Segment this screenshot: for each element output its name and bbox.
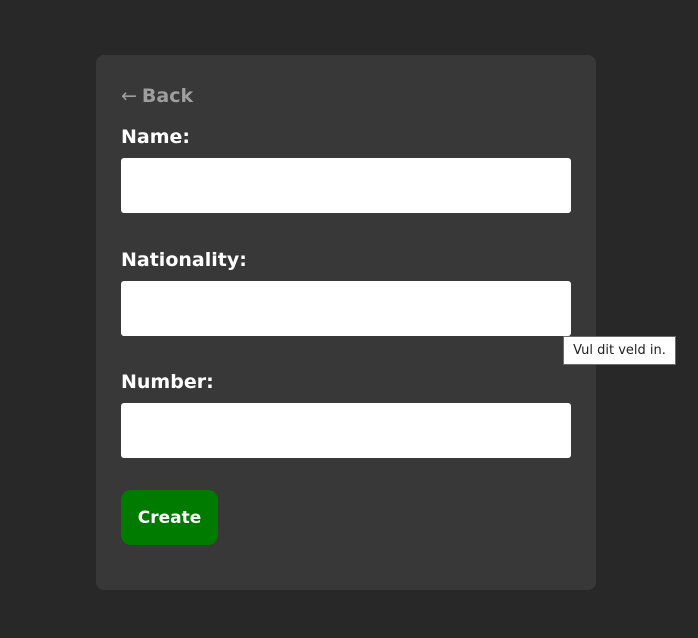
create-button[interactable]: Create <box>121 490 218 545</box>
nationality-input[interactable] <box>121 281 571 336</box>
nationality-label: Nationality: <box>121 249 247 271</box>
name-input[interactable] <box>121 158 571 213</box>
name-label: Name: <box>121 126 191 148</box>
number-label: Number: <box>121 371 214 393</box>
back-link[interactable]: ← Back <box>121 85 193 107</box>
number-input[interactable] <box>121 403 571 458</box>
form-card: ← Back Name: Nationality: Number: Create <box>96 55 596 590</box>
back-arrow-icon: ← <box>121 85 137 107</box>
validation-tooltip: Vul dit veld in. <box>563 336 676 365</box>
back-link-label: Back <box>141 85 194 107</box>
